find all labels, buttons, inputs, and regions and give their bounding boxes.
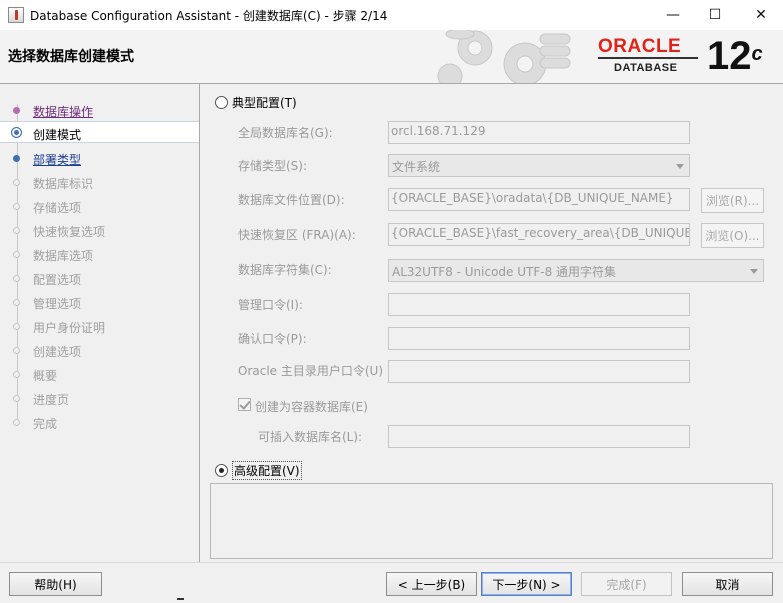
container-db-checkbox[interactable] <box>238 398 251 411</box>
page-title: 选择数据库创建模式 <box>8 49 134 65</box>
admin-password-field[interactable] <box>388 293 690 316</box>
typical-config-label: 典型配置(T) <box>232 95 297 110</box>
nav-step-credentials: 用户身份证明 <box>0 315 199 337</box>
nav-step-fast-recovery: 快速恢复选项 <box>0 219 199 241</box>
advanced-config-label: 高级配置(V) <box>232 460 302 480</box>
cancel-button[interactable]: 取消 <box>682 572 773 596</box>
oracle-home-password-label: Oracle 主目录用户口令(U) <box>238 364 384 378</box>
wizard-steps-nav: 数据库操作 创建模式 部署类型 数据库标识 存储选项 快速恢复选项 数据库选项 … <box>0 84 200 562</box>
nav-step-creation-options: 创建选项 <box>0 339 199 361</box>
advanced-config-option[interactable]: 高级配置(V) <box>215 460 302 480</box>
step-current-icon <box>11 127 22 138</box>
pluggable-db-name-field[interactable] <box>388 425 690 448</box>
step-pending-icon <box>13 419 20 426</box>
nav-step-creation-mode[interactable]: 创建模式 <box>0 121 199 143</box>
nav-step-database-options: 数据库选项 <box>0 243 199 265</box>
storage-type-select[interactable]: 文件系统 <box>388 154 690 177</box>
advanced-config-panel <box>210 483 773 559</box>
step-pending-icon <box>13 395 20 402</box>
step-pending-icon <box>13 179 20 186</box>
nav-step-storage: 存储选项 <box>0 195 199 217</box>
db-file-location-label: 数据库文件位置(D): <box>238 193 345 207</box>
step-pending-icon <box>13 347 20 354</box>
step-pending-icon <box>13 275 20 282</box>
back-button[interactable]: < 上一步(B) <box>386 572 477 596</box>
oracle-logo-database: DATABASE <box>614 62 678 74</box>
confirm-password-field[interactable] <box>388 327 690 350</box>
admin-password-label: 管理口令(I): <box>238 298 303 312</box>
chevron-down-icon <box>676 164 684 169</box>
browse-db-files-button[interactable]: 浏览(R)... <box>701 188 764 213</box>
nav-step-summary: 概要 <box>0 363 199 385</box>
nav-step-configuration: 配置选项 <box>0 267 199 289</box>
nav-step-progress: 进度页 <box>0 387 199 409</box>
storage-type-label: 存储类型(S): <box>238 159 308 173</box>
oracle-logo-rule <box>598 57 698 59</box>
step-pending-icon <box>13 251 20 258</box>
nav-step-database-id: 数据库标识 <box>0 171 199 193</box>
advanced-config-radio[interactable] <box>215 463 228 477</box>
nav-step-finish: 完成 <box>0 411 199 433</box>
confirm-password-label: 确认口令(P): <box>238 332 307 346</box>
charset-value: AL32UTF8 - Unicode UTF-8 通用字符集 <box>392 265 617 279</box>
step-pending-icon <box>13 323 20 330</box>
maximize-icon[interactable]: ☐ <box>693 0 737 30</box>
charset-label: 数据库字符集(C): <box>238 263 332 277</box>
global-db-name-label: 全局数据库名(G): <box>238 126 333 140</box>
oracle-logo: ORACLE DATABASE <box>598 36 702 76</box>
fra-label: 快速恢复区 (FRA)(A): <box>238 228 356 242</box>
java-app-icon <box>8 7 24 23</box>
window-title: Database Configuration Assistant - 创建数据库… <box>30 9 388 23</box>
oracle-home-password-field[interactable] <box>388 360 690 383</box>
nav-step-management: 管理选项 <box>0 291 199 313</box>
step-done-icon <box>13 107 20 114</box>
window-titlebar: Database Configuration Assistant - 创建数据库… <box>0 0 783 30</box>
step-pending-icon <box>13 227 20 234</box>
wizard-header: 选择数据库创建模式 ORACLE DATABASE 12c <box>0 30 783 84</box>
gears-decoration-icon <box>437 30 571 83</box>
version-badge: 12c <box>707 33 763 79</box>
step-next-icon <box>13 155 20 162</box>
help-button[interactable]: 帮助(H) <box>9 572 102 596</box>
nav-step-deployment-type[interactable]: 部署类型 <box>0 147 199 169</box>
oracle-logo-word: ORACLE <box>598 36 682 57</box>
nav-step-database-operation[interactable]: 数据库操作 <box>0 99 199 121</box>
container-db-label: 创建为容器数据库(E) <box>255 400 368 414</box>
step-pending-icon <box>13 299 20 306</box>
next-button[interactable]: 下一步(N) > <box>481 572 572 596</box>
version-suffix: c <box>751 43 763 65</box>
pluggable-db-name-label: 可插入数据库名(L): <box>258 430 363 444</box>
step-pending-icon <box>13 203 20 210</box>
typical-config-radio[interactable] <box>215 95 228 109</box>
chevron-down-icon <box>750 269 758 274</box>
finish-button[interactable]: 完成(F) <box>581 572 672 596</box>
text-cursor-mark <box>177 598 184 600</box>
charset-select[interactable]: AL32UTF8 - Unicode UTF-8 通用字符集 <box>388 259 764 282</box>
version-number: 12 <box>707 34 752 78</box>
typical-config-option[interactable]: 典型配置(T) <box>215 93 297 111</box>
minimize-icon[interactable]: — <box>651 0 695 30</box>
db-file-location-field[interactable]: {ORACLE_BASE}\oradata\{DB_UNIQUE_NAME} <box>388 188 690 211</box>
storage-type-value: 文件系统 <box>392 160 441 174</box>
step-pending-icon <box>13 371 20 378</box>
global-db-name-field[interactable]: orcl.168.71.129 <box>388 121 690 144</box>
close-icon[interactable]: ✕ <box>739 0 783 30</box>
browse-fra-button[interactable]: 浏览(O)... <box>701 223 764 248</box>
fra-location-field[interactable]: {ORACLE_BASE}\fast_recovery_area\{DB_UNI… <box>388 223 690 246</box>
